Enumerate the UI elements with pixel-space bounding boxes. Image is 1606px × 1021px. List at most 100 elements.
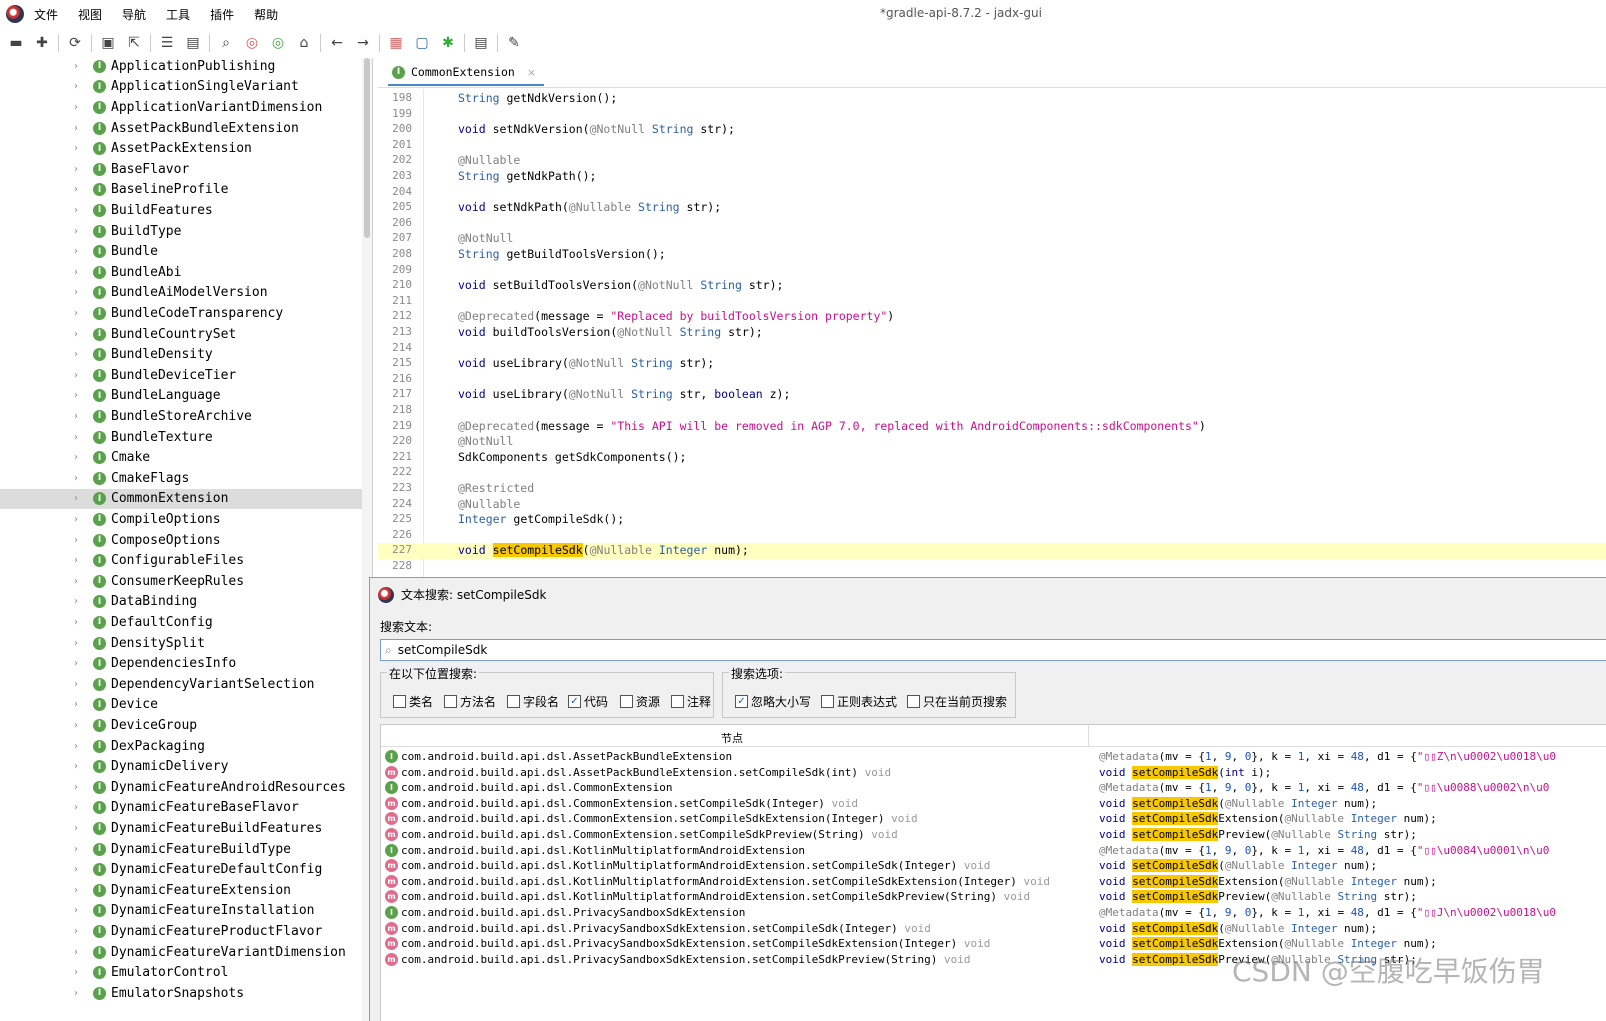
- chevron-right-icon[interactable]: ›: [74, 555, 78, 566]
- save-icon[interactable]: ▣: [98, 33, 118, 53]
- code-line[interactable]: 216: [378, 372, 1606, 388]
- code-line[interactable]: 199: [378, 107, 1606, 123]
- code-line[interactable]: 201: [378, 138, 1606, 154]
- tree-item-dynamic-feature-build-features[interactable]: › I DynamicFeatureBuildFeatures: [0, 818, 362, 839]
- checkbox[interactable]: [393, 695, 406, 708]
- code-line[interactable]: 226: [378, 528, 1606, 544]
- menu-view[interactable]: 视图: [78, 6, 102, 23]
- chevron-right-icon[interactable]: ›: [74, 576, 78, 587]
- export-icon[interactable]: ⇱: [124, 33, 144, 53]
- tree-item-consumer-keep-rules[interactable]: › I ConsumerKeepRules: [0, 571, 362, 592]
- result-row[interactable]: m com.android.build.api.dsl.CommonExtensi…: [381, 827, 1606, 843]
- back-icon[interactable]: ←: [327, 33, 347, 53]
- result-row[interactable]: Icom.android.build.api.dsl.PrivacySandbo…: [381, 905, 1606, 921]
- tree-item-asset-pack-extension[interactable]: › I AssetPackExtension: [0, 138, 362, 159]
- chevron-right-icon[interactable]: ›: [74, 349, 78, 360]
- code-line[interactable]: 217 void useLibrary(@NotNull String str, …: [378, 387, 1606, 403]
- tree-item-dynamic-feature-base-flavor[interactable]: › I DynamicFeatureBaseFlavor: [0, 798, 362, 819]
- result-row[interactable]: Icom.android.build.api.dsl.AssetPackBund…: [381, 749, 1606, 765]
- tree-item-dynamic-feature-android-resources[interactable]: › I DynamicFeatureAndroidResources: [0, 777, 362, 798]
- code-line[interactable]: 218: [378, 403, 1606, 419]
- location-option-3[interactable]: ✓ 代码: [568, 693, 608, 710]
- checkbox[interactable]: [907, 695, 920, 708]
- code-line[interactable]: 210 void setBuildToolsVersion(@NotNull St…: [378, 278, 1606, 294]
- code-line[interactable]: 223 @Restricted: [378, 481, 1606, 497]
- chevron-right-icon[interactable]: ›: [74, 617, 78, 628]
- code-line[interactable]: 204: [378, 185, 1606, 201]
- chevron-right-icon[interactable]: ›: [74, 205, 78, 216]
- chevron-right-icon[interactable]: ›: [74, 967, 78, 978]
- location-option-1[interactable]: 方法名: [444, 693, 496, 710]
- tree-item-cmake-flags[interactable]: › I CmakeFlags: [0, 468, 362, 489]
- tree-item-dynamic-delivery[interactable]: › I DynamicDelivery: [0, 756, 362, 777]
- checkbox[interactable]: [821, 695, 834, 708]
- tree-item-dynamic-feature-default-config[interactable]: › I DynamicFeatureDefaultConfig: [0, 859, 362, 880]
- menu-navigation[interactable]: 导航: [122, 6, 146, 23]
- checkbox[interactable]: ✓: [568, 695, 581, 708]
- code-line[interactable]: 228: [378, 559, 1606, 575]
- tree-item-common-extension[interactable]: › I CommonExtension: [0, 488, 362, 510]
- code-line[interactable]: 206: [378, 216, 1606, 232]
- chevron-right-icon[interactable]: ›: [74, 741, 78, 752]
- chevron-right-icon[interactable]: ›: [74, 432, 78, 443]
- sync-tree-icon[interactable]: ▦: [386, 33, 406, 53]
- chevron-right-icon[interactable]: ›: [74, 926, 78, 937]
- chevron-right-icon[interactable]: ›: [74, 864, 78, 875]
- chevron-right-icon[interactable]: ›: [74, 988, 78, 999]
- flatten-icon[interactable]: ☰: [157, 33, 177, 53]
- search-class-icon[interactable]: ◎: [242, 33, 262, 53]
- tree-item-application-single-variant[interactable]: › I ApplicationSingleVariant: [0, 77, 362, 98]
- tree-item-bundle-country-set[interactable]: › I BundleCountrySet: [0, 324, 362, 345]
- tree-item-bundle-abi[interactable]: › I BundleAbi: [0, 262, 362, 283]
- checkbox[interactable]: ✓: [735, 695, 748, 708]
- tree-item-dex-packaging[interactable]: › I DexPackaging: [0, 736, 362, 757]
- result-row[interactable]: m com.android.build.api.dsl.KotlinMultipl…: [381, 858, 1606, 874]
- column-header-node[interactable]: 节点: [721, 730, 743, 746]
- chevron-right-icon[interactable]: ›: [74, 267, 78, 278]
- chevron-right-icon[interactable]: ›: [74, 473, 78, 484]
- code-editor[interactable]: 198 String getNdkVersion(); 199 200 void set…: [378, 89, 1606, 577]
- chevron-right-icon[interactable]: ›: [74, 905, 78, 916]
- code-line[interactable]: 221 SdkComponents getSdkComponents();: [378, 450, 1606, 466]
- chevron-right-icon[interactable]: ›: [74, 370, 78, 381]
- chevron-right-icon[interactable]: ›: [74, 802, 78, 813]
- chevron-right-icon[interactable]: ›: [74, 61, 78, 72]
- chevron-right-icon[interactable]: ›: [74, 81, 78, 92]
- code-line[interactable]: 205 void setNdkPath(@Nullable String str)…: [378, 200, 1606, 216]
- code-line[interactable]: 225 Integer getCompileSdk();: [378, 512, 1606, 528]
- menu-help[interactable]: 帮助: [254, 6, 278, 23]
- tree-item-compose-options[interactable]: › I ComposeOptions: [0, 530, 362, 551]
- tree-scrollbar-thumb[interactable]: [364, 58, 370, 238]
- checkbox[interactable]: [620, 695, 633, 708]
- chevron-right-icon[interactable]: ›: [74, 143, 78, 154]
- search-input[interactable]: [397, 643, 1498, 657]
- chevron-right-icon[interactable]: ›: [74, 761, 78, 772]
- tree-item-baseline-profile[interactable]: › I BaselineProfile: [0, 180, 362, 201]
- chevron-right-icon[interactable]: ›: [74, 596, 78, 607]
- chevron-right-icon[interactable]: ›: [74, 452, 78, 463]
- sync-icon[interactable]: ⟳: [65, 33, 85, 53]
- tree-item-dynamic-feature-variant-dimension[interactable]: › I DynamicFeatureVariantDimension: [0, 942, 362, 963]
- column-divider[interactable]: [1088, 725, 1089, 747]
- chevron-right-icon[interactable]: ›: [74, 164, 78, 175]
- tree-item-base-flavor[interactable]: › I BaseFlavor: [0, 159, 362, 180]
- menu-plugins[interactable]: 插件: [210, 6, 234, 23]
- chevron-right-icon[interactable]: ›: [74, 720, 78, 731]
- tree-item-build-features[interactable]: › I BuildFeatures: [0, 200, 362, 221]
- chevron-right-icon[interactable]: ›: [74, 411, 78, 422]
- tree-item-configurable-files[interactable]: › I ConfigurableFiles: [0, 550, 362, 571]
- chevron-right-icon[interactable]: ›: [74, 844, 78, 855]
- chevron-right-icon[interactable]: ›: [74, 102, 78, 113]
- code-line[interactable]: 212 @Deprecated(message = "Replaced by bu…: [378, 309, 1606, 325]
- tree-item-dynamic-feature-installation[interactable]: › I DynamicFeatureInstallation: [0, 901, 362, 922]
- search-option-1[interactable]: 正则表达式: [821, 693, 897, 710]
- search-box[interactable]: ⌕: [380, 639, 1606, 661]
- chevron-right-icon[interactable]: ›: [74, 329, 78, 340]
- result-row[interactable]: m com.android.build.api.dsl.KotlinMultipl…: [381, 874, 1606, 890]
- folder-icon[interactable]: ▤: [183, 33, 203, 53]
- checkbox[interactable]: [444, 695, 457, 708]
- chevron-right-icon[interactable]: ›: [74, 226, 78, 237]
- code-line-highlighted[interactable]: 227 void setCompileSdk(@Nullable Integer …: [378, 543, 1606, 559]
- tree-item-device[interactable]: › I Device: [0, 695, 362, 716]
- code-line[interactable]: 224 @Nullable: [378, 497, 1606, 513]
